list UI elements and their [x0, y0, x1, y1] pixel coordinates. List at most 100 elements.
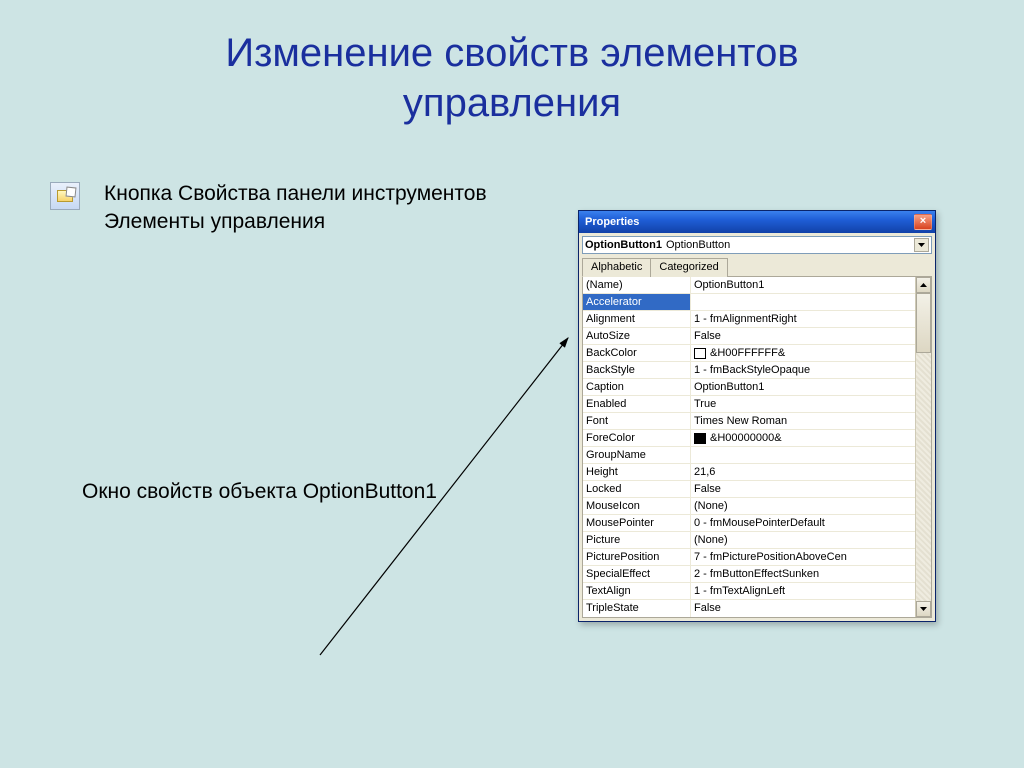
property-value-text: 0 - fmMousePointerDefault: [694, 515, 825, 531]
property-row[interactable]: SpecialEffect2 - fmButtonEffectSunken: [583, 566, 915, 583]
property-value[interactable]: (None): [691, 532, 915, 548]
property-name: AutoSize: [583, 328, 691, 344]
property-name: PicturePosition: [583, 549, 691, 565]
property-value-text: 21,6: [694, 464, 715, 480]
property-value-text: True: [694, 396, 716, 412]
property-row[interactable]: EnabledTrue: [583, 396, 915, 413]
property-name: ForeColor: [583, 430, 691, 446]
property-value[interactable]: 1 - fmTextAlignLeft: [691, 583, 915, 599]
property-value[interactable]: &H00FFFFFF&: [691, 345, 915, 361]
property-row[interactable]: PicturePosition7 - fmPicturePositionAbov…: [583, 549, 915, 566]
property-row[interactable]: MouseIcon(None): [583, 498, 915, 515]
property-value[interactable]: False: [691, 481, 915, 497]
property-value-text: 2 - fmButtonEffectSunken: [694, 566, 819, 582]
tab-strip: Alphabetic Categorized: [582, 257, 932, 277]
property-value[interactable]: False: [691, 328, 915, 344]
scroll-thumb[interactable]: [916, 293, 931, 353]
property-value[interactable]: OptionButton1: [691, 379, 915, 395]
chevron-down-icon: [920, 607, 927, 611]
property-row[interactable]: LockedFalse: [583, 481, 915, 498]
property-row[interactable]: BackStyle1 - fmBackStyleOpaque: [583, 362, 915, 379]
property-name: Alignment: [583, 311, 691, 327]
property-row[interactable]: Accelerator: [583, 294, 915, 311]
property-row[interactable]: Picture(None): [583, 532, 915, 549]
property-name: (Name): [583, 277, 691, 293]
property-value[interactable]: 2 - fmButtonEffectSunken: [691, 566, 915, 582]
property-row[interactable]: GroupName: [583, 447, 915, 464]
property-row[interactable]: MousePointer0 - fmMousePointerDefault: [583, 515, 915, 532]
property-value-text: (None): [694, 532, 728, 548]
property-value[interactable]: &H00000000&: [691, 430, 915, 446]
property-name: Accelerator: [583, 294, 691, 310]
property-name: Enabled: [583, 396, 691, 412]
property-name: Picture: [583, 532, 691, 548]
scroll-down-button[interactable]: [916, 601, 931, 617]
property-name: GroupName: [583, 447, 691, 463]
properties-grid[interactable]: (Name)OptionButton1AcceleratorAlignment1…: [583, 277, 915, 617]
property-row[interactable]: CaptionOptionButton1: [583, 379, 915, 396]
property-name: TripleState: [583, 600, 691, 617]
object-selector[interactable]: OptionButton1 OptionButton: [582, 236, 932, 254]
property-value-text: (None): [694, 498, 728, 514]
property-name: Font: [583, 413, 691, 429]
property-value-text: OptionButton1: [694, 379, 764, 395]
property-row[interactable]: ForeColor&H00000000&: [583, 430, 915, 447]
property-value[interactable]: Times New Roman: [691, 413, 915, 429]
property-value[interactable]: 1 - fmAlignmentRight: [691, 311, 915, 327]
property-value[interactable]: OptionButton1: [691, 277, 915, 293]
property-value[interactable]: [691, 447, 915, 463]
property-row[interactable]: AutoSizeFalse: [583, 328, 915, 345]
scrollbar-vertical[interactable]: [915, 277, 931, 617]
property-value-text: &H00FFFFFF&: [710, 345, 785, 361]
property-value[interactable]: 7 - fmPicturePositionAboveCen: [691, 549, 915, 565]
property-value[interactable]: True: [691, 396, 915, 412]
property-name: Height: [583, 464, 691, 480]
property-row[interactable]: Height21,6: [583, 464, 915, 481]
close-button[interactable]: ×: [914, 214, 932, 230]
color-swatch-icon: [694, 348, 706, 359]
property-value[interactable]: [691, 294, 915, 310]
slide-title: Изменение свойств элементов управления: [0, 0, 1024, 128]
slide-title-line1: Изменение свойств элементов: [225, 31, 798, 75]
property-name: Locked: [583, 481, 691, 497]
properties-window: Properties × OptionButton1 OptionButton …: [578, 210, 936, 622]
tab-alphabetic[interactable]: Alphabetic: [582, 258, 651, 277]
color-swatch-icon: [694, 433, 706, 444]
caption-properties-window: Окно свойств объекта OptionButton1: [82, 480, 437, 504]
property-value-text: 1 - fmAlignmentRight: [694, 311, 797, 327]
property-name: TextAlign: [583, 583, 691, 599]
bullet-text: Кнопка Свойства панели инструментов Элем…: [94, 180, 530, 237]
property-row[interactable]: TextAlign1 - fmTextAlignLeft: [583, 583, 915, 600]
scroll-track[interactable]: [916, 293, 931, 601]
property-row[interactable]: TripleStateFalse: [583, 600, 915, 617]
property-row[interactable]: BackColor&H00FFFFFF&: [583, 345, 915, 362]
property-value[interactable]: False: [691, 600, 915, 617]
property-name: MouseIcon: [583, 498, 691, 514]
property-name: BackStyle: [583, 362, 691, 378]
property-row[interactable]: Alignment1 - fmAlignmentRight: [583, 311, 915, 328]
property-value-text: False: [694, 600, 721, 617]
property-value-text: Times New Roman: [694, 413, 787, 429]
property-value[interactable]: 1 - fmBackStyleOpaque: [691, 362, 915, 378]
object-dropdown-button[interactable]: [914, 238, 929, 252]
property-value-text: 7 - fmPicturePositionAboveCen: [694, 549, 847, 565]
property-name: SpecialEffect: [583, 566, 691, 582]
object-type: OptionButton: [666, 239, 730, 251]
scroll-up-button[interactable]: [916, 277, 931, 293]
chevron-down-icon: [918, 243, 925, 247]
property-value[interactable]: 0 - fmMousePointerDefault: [691, 515, 915, 531]
slide-title-line2: управления: [403, 81, 621, 125]
property-value[interactable]: 21,6: [691, 464, 915, 480]
property-value-text: 1 - fmTextAlignLeft: [694, 583, 785, 599]
property-value[interactable]: (None): [691, 498, 915, 514]
property-value-text: False: [694, 481, 721, 497]
property-name: MousePointer: [583, 515, 691, 531]
chevron-up-icon: [920, 283, 927, 287]
property-value-text: &H00000000&: [710, 430, 782, 446]
property-name: BackColor: [583, 345, 691, 361]
property-row[interactable]: (Name)OptionButton1: [583, 277, 915, 294]
titlebar[interactable]: Properties ×: [579, 211, 935, 233]
property-value-text: OptionButton1: [694, 277, 764, 293]
property-row[interactable]: FontTimes New Roman: [583, 413, 915, 430]
tab-categorized[interactable]: Categorized: [650, 258, 727, 277]
